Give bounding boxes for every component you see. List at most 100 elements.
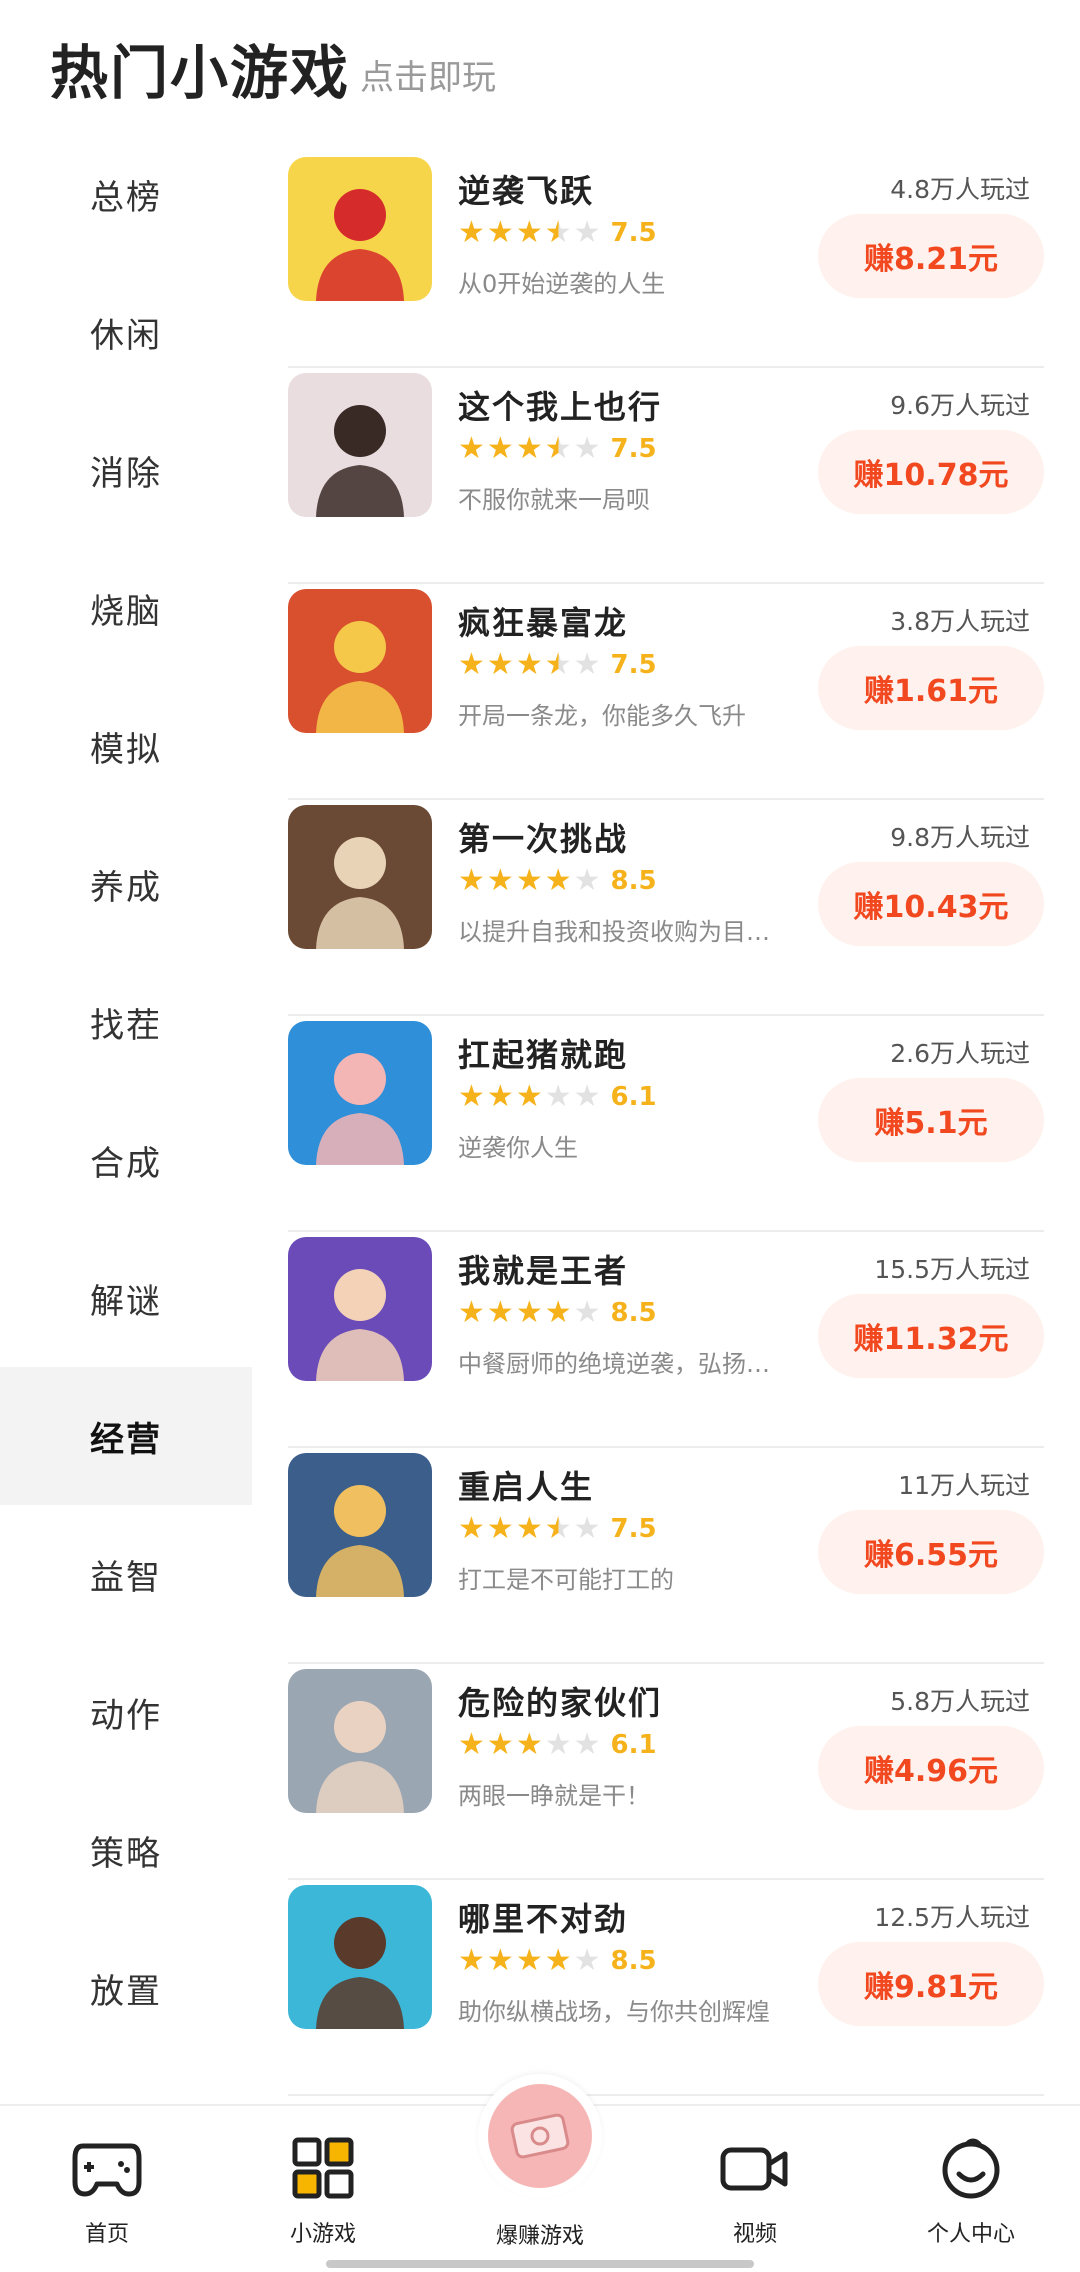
- star-icon: ★: [515, 1511, 543, 1546]
- star-icon: ★: [458, 863, 485, 898]
- gamepad-icon: [69, 2136, 145, 2200]
- game-row[interactable]: 重启人生 ★ ★ ★ ★ ★ 7.5 打工是不可能打工的 11万人玩过 赚6.55元: [288, 1448, 1044, 1664]
- earn-button[interactable]: 赚4.96元: [818, 1726, 1044, 1810]
- game-row[interactable]: 危险的家伙们 ★ ★ ★ ★ ★ 6.1 两眼一睁就是干！ 5.8万人玩过 赚4.96元: [288, 1664, 1044, 1880]
- game-description: 以提升自我和投资收购为目…: [458, 918, 770, 946]
- played-count: 11万人玩过: [898, 1471, 1030, 1500]
- page-subtitle: 点击即玩: [360, 58, 496, 98]
- earn-button[interactable]: 赚10.43元: [818, 862, 1044, 946]
- sidebar-item-13[interactable]: 放置: [0, 1919, 252, 2057]
- star-icon: ★: [515, 1727, 543, 1762]
- page-title: 热门小游戏: [50, 39, 351, 107]
- game-name: 我就是王者: [458, 1252, 629, 1290]
- game-row[interactable]: 这个我上也行 ★ ★ ★ ★ ★ 7.5 不服你就来一局呗 9.6万人玩过 赚10.78元: [288, 368, 1044, 584]
- sidebar-item-8[interactable]: 解谜: [0, 1229, 252, 1367]
- nav-minigames[interactable]: 小游戏: [238, 2136, 408, 2248]
- rating-score: 7.5: [610, 218, 657, 248]
- nav-earn[interactable]: 爆赚游戏: [455, 2218, 625, 2250]
- game-name: 这个我上也行: [458, 388, 663, 426]
- star-icon: ★: [544, 1079, 572, 1114]
- star-icon: ★: [515, 1295, 543, 1330]
- game-thumbnail[interactable]: [288, 1453, 432, 1597]
- rating: ★ ★ ★ ★ ★ 6.1: [458, 1079, 657, 1114]
- rating: ★ ★ ★ ★ ★ 7.5: [458, 431, 657, 466]
- star-icon: ★: [458, 647, 485, 682]
- game-thumbnail[interactable]: [288, 373, 432, 517]
- played-count: 9.8万人玩过: [890, 823, 1030, 852]
- star-icon: ★: [486, 1943, 514, 1978]
- grid-icon: [291, 2136, 355, 2200]
- game-description: 助你纵横战场，与你共创辉煌: [458, 1998, 770, 2026]
- star-icon: ★: [515, 647, 543, 682]
- game-thumbnail[interactable]: [288, 157, 432, 301]
- star-icon: ★: [573, 431, 601, 466]
- rating: ★ ★ ★ ★ ★ 7.5: [458, 647, 657, 682]
- game-row[interactable]: 疯狂暴富龙 ★ ★ ★ ★ ★ 7.5 开局一条龙，你能多久飞升 3.8万人玩过 赚1.61元: [288, 584, 1044, 800]
- nav-video[interactable]: 视频: [670, 2136, 840, 2248]
- home-indicator: [326, 2260, 754, 2268]
- game-name: 危险的家伙们: [458, 1684, 663, 1722]
- star-icon: ★: [544, 1943, 572, 1978]
- sidebar-item-2[interactable]: 消除: [0, 401, 252, 539]
- game-thumbnail[interactable]: [288, 1021, 432, 1165]
- rating: ★ ★ ★ ★ ★ 8.5: [458, 863, 657, 898]
- earn-button[interactable]: 赚11.32元: [818, 1294, 1044, 1378]
- sidebar-item-5[interactable]: 养成: [0, 815, 252, 953]
- rating-score: 7.5: [610, 1514, 657, 1544]
- sidebar-item-11[interactable]: 动作: [0, 1643, 252, 1781]
- rating: ★ ★ ★ ★ ★ 8.5: [458, 1295, 657, 1330]
- sidebar-item-12[interactable]: 策略: [0, 1781, 252, 1919]
- sidebar-item-6[interactable]: 找茬: [0, 953, 252, 1091]
- earn-button[interactable]: 赚5.1元: [818, 1078, 1044, 1162]
- rating: ★ ★ ★ ★ ★ 7.5: [458, 215, 657, 250]
- game-name: 重启人生: [458, 1468, 595, 1506]
- smile-icon: [939, 2136, 1003, 2200]
- star-icon: ★: [544, 431, 572, 466]
- game-thumbnail[interactable]: [288, 805, 432, 949]
- star-icon: ★: [486, 1079, 514, 1114]
- sidebar-item-3[interactable]: 烧脑: [0, 539, 252, 677]
- star-icon: ★: [458, 1295, 485, 1330]
- earn-button[interactable]: 赚6.55元: [818, 1510, 1044, 1594]
- sidebar-item-10[interactable]: 益智: [0, 1505, 252, 1643]
- nav-profile[interactable]: 个人中心: [886, 2136, 1056, 2248]
- sidebar-item-4[interactable]: 模拟: [0, 677, 252, 815]
- rating-score: 7.5: [610, 434, 657, 464]
- star-icon: ★: [573, 1727, 601, 1762]
- game-thumbnail[interactable]: [288, 1885, 432, 2029]
- game-description: 两眼一睁就是干！: [458, 1782, 650, 1810]
- game-description: 打工是不可能打工的: [458, 1566, 674, 1594]
- nav-home[interactable]: 首页: [22, 2136, 192, 2248]
- star-icon: ★: [544, 1295, 572, 1330]
- star-icon: ★: [573, 647, 601, 682]
- game-row[interactable]: 哪里不对劲 ★ ★ ★ ★ ★ 8.5 助你纵横战场，与你共创辉煌 12.5万人玩过 赚9.81元: [288, 1880, 1044, 2096]
- earn-button[interactable]: 赚8.21元: [818, 214, 1044, 298]
- rating: ★ ★ ★ ★ ★ 7.5: [458, 1511, 657, 1546]
- money-icon: [488, 2084, 592, 2188]
- played-count: 2.6万人玩过: [890, 1039, 1030, 1068]
- earn-button[interactable]: 赚1.61元: [818, 646, 1044, 730]
- game-row[interactable]: 扛起猪就跑 ★ ★ ★ ★ ★ 6.1 逆袭你人生 2.6万人玩过 赚5.1元: [288, 1016, 1044, 1232]
- game-description: 逆袭你人生: [458, 1134, 578, 1162]
- sidebar-item-9[interactable]: 经营: [0, 1367, 252, 1505]
- game-row[interactable]: 逆袭飞跃 ★ ★ ★ ★ ★ 7.5 从0开始逆袭的人生 4.8万人玩过 赚8.21元: [288, 152, 1044, 368]
- nav-earn-label: 爆赚游戏: [495, 2224, 584, 2249]
- game-row[interactable]: 第一次挑战 ★ ★ ★ ★ ★ 8.5 以提升自我和投资收购为目… 9.8万人玩过 赚10.43元: [288, 800, 1044, 1016]
- sidebar-item-1[interactable]: 休闲: [0, 263, 252, 401]
- nav-earn-button[interactable]: [478, 2074, 602, 2198]
- game-thumbnail[interactable]: [288, 1237, 432, 1381]
- game-thumbnail[interactable]: [288, 589, 432, 733]
- earn-button[interactable]: 赚9.81元: [818, 1942, 1044, 2026]
- game-row[interactable]: 我就是王者 ★ ★ ★ ★ ★ 8.5 中餐厨师的绝境逆袭，弘扬… 15.5万人玩过 赚11.32…: [288, 1232, 1044, 1448]
- star-icon: ★: [515, 1943, 543, 1978]
- game-thumbnail[interactable]: [288, 1669, 432, 1813]
- star-icon: ★: [458, 215, 485, 250]
- earn-button[interactable]: 赚10.78元: [818, 430, 1044, 514]
- sidebar-item-7[interactable]: 合成: [0, 1091, 252, 1229]
- played-count: 15.5万人玩过: [874, 1255, 1030, 1284]
- rating-score: 8.5: [610, 1946, 657, 1976]
- played-count: 9.6万人玩过: [890, 391, 1030, 420]
- sidebar-item-0[interactable]: 总榜: [0, 125, 252, 263]
- nav-home-label: 首页: [84, 2222, 129, 2247]
- star-icon: ★: [486, 1295, 514, 1330]
